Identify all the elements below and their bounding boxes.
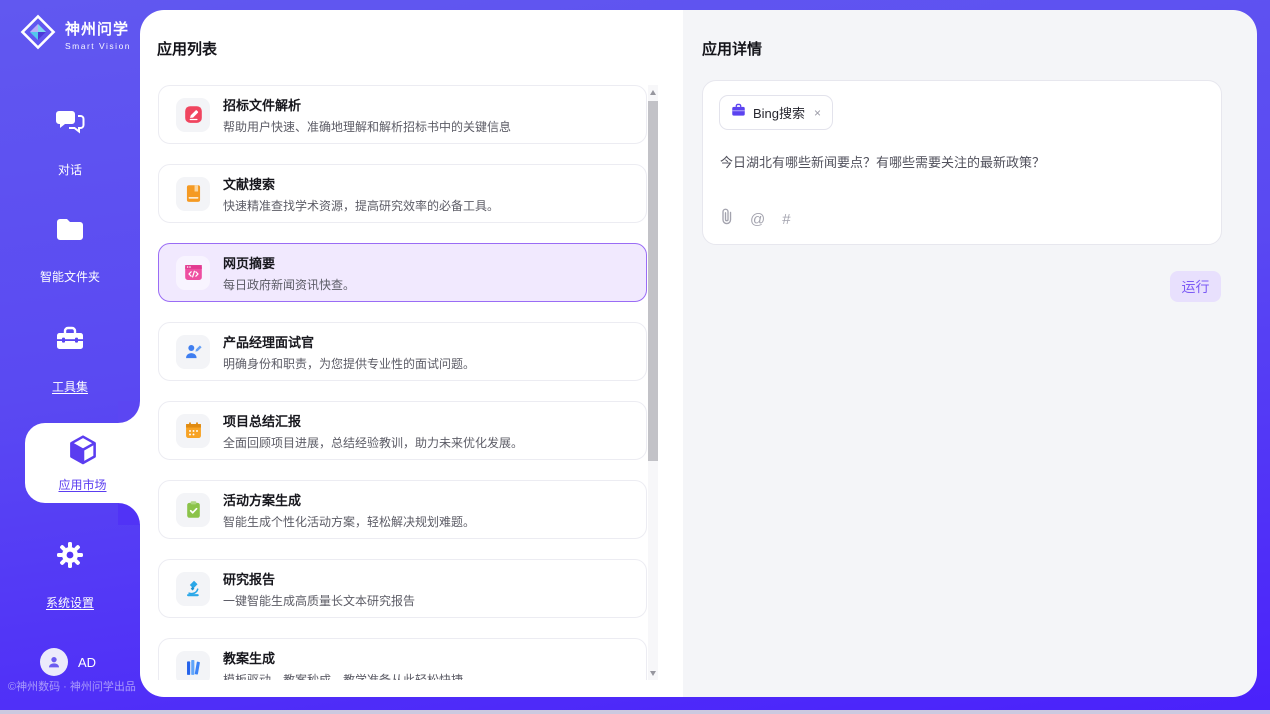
app-list: 招标文件解析 帮助用户快速、准确地理解和解析招标书中的关键信息 文献搜索 快速精…: [158, 85, 647, 680]
diamond-logo-icon: [18, 12, 58, 57]
list-scrollbar[interactable]: [648, 85, 658, 680]
folder-icon: [0, 217, 140, 243]
app-title: 活动方案生成: [223, 490, 475, 509]
sidebar-footer: ©神州数码 · 神州问学出品: [8, 678, 140, 694]
app-desc: 一键智能生成高质量长文本研究报告: [223, 592, 415, 609]
prompt-card: Bing搜索 × 今日湖北有哪些新闻要点？有哪些需要关注的最新政策？ @ #: [702, 80, 1222, 245]
sidebar-item-settings[interactable]: 系统设置: [0, 541, 140, 612]
app-desc: 全面回顾项目进展，总结经验教训，助力未来优化发展。: [223, 434, 523, 451]
scrollbar-thumb[interactable]: [648, 101, 658, 461]
calendar-icon: [176, 414, 210, 448]
gear-icon: [0, 541, 140, 569]
books-icon: [176, 651, 210, 681]
interviewer-icon: [176, 335, 210, 369]
window-bottom-edge: [0, 710, 1270, 714]
app-title: 项目总结汇报: [223, 411, 523, 430]
app-title: 招标文件解析: [223, 95, 511, 114]
scrollbar-up-arrow-icon[interactable]: [648, 85, 658, 99]
app-desc: 明确身份和职责，为您提供专业性的面试问题。: [223, 355, 475, 372]
app-card-event-plan[interactable]: 活动方案生成 智能生成个性化活动方案，轻松解决规划难题。: [158, 480, 647, 539]
sidebar-item-toolset[interactable]: 工具集: [0, 325, 140, 396]
app-title: 文献搜索: [223, 174, 499, 193]
tool-chip-label: Bing搜索: [753, 103, 805, 122]
app-title: 产品经理面试官: [223, 332, 475, 351]
logo-subtitle: Smart Vision: [65, 41, 131, 51]
app-card-lesson-plan[interactable]: 教案生成 模板驱动，教案秒成，教学准备从此轻松快捷: [158, 638, 647, 680]
sidebar-item-label: 应用市场: [58, 476, 106, 493]
app-logo: 神州问学 Smart Vision: [18, 12, 131, 57]
content-area: 应用列表 招标文件解析 帮助用户快速、准确地理解和解析招标书中的关键信息: [140, 10, 1257, 697]
prompt-toolbar: @ #: [720, 208, 791, 230]
chat-icon: [0, 108, 140, 136]
sidebar-item-app-market[interactable]: 应用市场: [25, 423, 140, 503]
app-title: 教案生成: [223, 648, 463, 667]
app-desc: 帮助用户快速、准确地理解和解析招标书中的关键信息: [223, 118, 511, 135]
sidebar-item-label: 对话: [58, 161, 82, 178]
hash-icon[interactable]: #: [782, 211, 790, 228]
app-title: 研究报告: [223, 569, 415, 588]
run-button[interactable]: 运行: [1170, 271, 1221, 302]
browser-code-icon: [176, 256, 210, 290]
microscope-icon: [176, 572, 210, 606]
person-icon: [46, 654, 62, 670]
app-detail-panel: 应用详情 Bing搜索 × 今日湖北有哪些新闻要点？有哪些需要关注的最新政策？: [683, 10, 1257, 697]
doc-edit-icon: [176, 98, 210, 132]
app-desc: 每日政府新闻资讯快查。: [223, 276, 355, 293]
sidebar-item-label: 工具集: [52, 378, 88, 395]
tool-chip-bing-search[interactable]: Bing搜索 ×: [719, 95, 833, 130]
app-desc: 快速精准查找学术资源，提高研究效率的必备工具。: [223, 197, 499, 214]
sidebar-item-label: 智能文件夹: [40, 268, 100, 285]
sidebar-item-smart-folder[interactable]: 智能文件夹: [0, 217, 140, 286]
clipboard-check-icon: [176, 493, 210, 527]
app-card-web-summary[interactable]: 网页摘要 每日政府新闻资讯快查。: [158, 243, 647, 302]
app-list-title: 应用列表: [157, 38, 217, 59]
book-icon: [176, 177, 210, 211]
prompt-input[interactable]: 今日湖北有哪些新闻要点？有哪些需要关注的最新政策？: [720, 152, 1200, 171]
app-title: 网页摘要: [223, 253, 355, 272]
user-name: AD: [78, 655, 96, 670]
cube-icon: [66, 454, 100, 471]
sidebar-item-label: 系统设置: [46, 594, 94, 611]
blob-fillet-bottom: [118, 503, 140, 525]
sidebar-item-chat[interactable]: 对话: [0, 108, 140, 179]
paperclip-icon[interactable]: [720, 208, 733, 230]
app-detail-title: 应用详情: [702, 38, 762, 59]
logo-title: 神州问学: [65, 18, 131, 39]
blob-fillet-top: [118, 401, 140, 423]
sidebar: 神州问学 Smart Vision 对话 智能文件夹: [0, 0, 140, 714]
app-card-research-report[interactable]: 研究报告 一键智能生成高质量长文本研究报告: [158, 559, 647, 618]
scrollbar-down-arrow-icon[interactable]: [648, 666, 658, 680]
app-card-bid-parse[interactable]: 招标文件解析 帮助用户快速、准确地理解和解析招标书中的关键信息: [158, 85, 647, 144]
app-desc: 智能生成个性化活动方案，轻松解决规划难题。: [223, 513, 475, 530]
user-account[interactable]: AD: [40, 648, 96, 676]
app-desc: 模板驱动，教案秒成，教学准备从此轻松快捷: [223, 671, 463, 681]
app-list-panel: 应用列表 招标文件解析 帮助用户快速、准确地理解和解析招标书中的关键信息: [140, 10, 683, 697]
app-card-pm-interviewer[interactable]: 产品经理面试官 明确身份和职责，为您提供专业性的面试问题。: [158, 322, 647, 381]
chip-close-icon[interactable]: ×: [814, 106, 821, 120]
mention-icon[interactable]: @: [750, 211, 765, 228]
app-card-project-summary[interactable]: 项目总结汇报 全面回顾项目进展，总结经验教训，助力未来优化发展。: [158, 401, 647, 460]
toolbox-icon: [0, 325, 140, 353]
avatar: [40, 648, 68, 676]
briefcase-icon: [731, 103, 746, 122]
app-card-literature-search[interactable]: 文献搜索 快速精准查找学术资源，提高研究效率的必备工具。: [158, 164, 647, 223]
